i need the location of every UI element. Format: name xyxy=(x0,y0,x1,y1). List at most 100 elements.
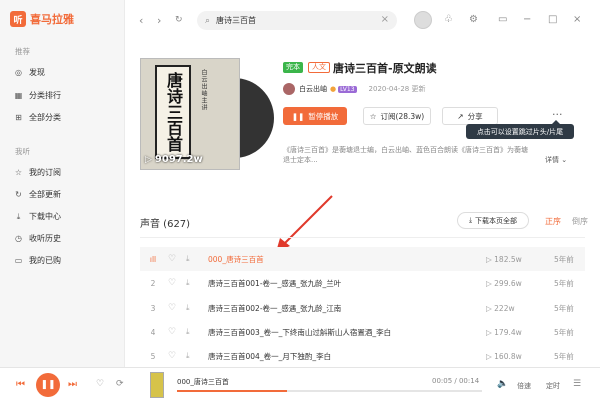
star-icon: ☆ xyxy=(369,111,377,121)
table-row[interactable]: 2 ♡ ⤓ 唐诗三百首001-卷一_感遇_张九龄_兰叶 ▷ 299.6w 5年前 xyxy=(140,271,585,295)
minimize-icon[interactable]: ▭ xyxy=(498,14,507,25)
track-age: 5年前 xyxy=(554,303,574,313)
author-avatar[interactable] xyxy=(283,83,295,95)
player-thumbnail[interactable] xyxy=(150,372,164,398)
book-cover[interactable]: 唐诗三百首 白云出岫主讲 ▷ 9097.2w xyxy=(140,58,274,170)
next-icon[interactable]: ⏭ xyxy=(68,379,77,390)
previous-icon[interactable]: ⏮ xyxy=(16,379,25,390)
cart-icon: ▭ xyxy=(14,256,23,265)
refresh-icon[interactable]: ↻ xyxy=(175,15,183,25)
cover-title: 唐诗三百首 xyxy=(155,65,191,159)
table-row[interactable]: 3 ♡ ⤓ 唐诗三百首002-卷一_感遇_张九龄_江南 ▷ 222w 5年前 xyxy=(140,296,585,320)
sidebar-item-label: 我的已购 xyxy=(29,256,61,265)
search-input[interactable] xyxy=(216,16,367,25)
logo-badge: 听 xyxy=(10,11,26,27)
volume-icon[interactable]: 🔈 xyxy=(497,379,508,389)
subscribe-button[interactable]: ☆ 订阅(28.3w) xyxy=(363,107,431,125)
tag-category[interactable]: 人文 xyxy=(308,62,330,73)
mini-mode-icon[interactable]: − xyxy=(523,14,531,25)
download-icon: ⤓ xyxy=(16,212,21,221)
sidebar-item-purchased[interactable]: ▭ 我的已购 xyxy=(14,255,61,266)
download-icon[interactable]: ⤓ xyxy=(186,351,196,361)
refresh-icon: ↻ xyxy=(15,190,22,199)
back-icon[interactable]: ‹ xyxy=(139,14,143,27)
sidebar-item-history[interactable]: ◷ 收听历史 xyxy=(14,233,61,244)
track-number: 5 xyxy=(150,351,156,361)
timer-button[interactable]: 定时 xyxy=(546,381,560,391)
track-plays: ▷ 182.5w xyxy=(486,255,536,264)
app-name: 喜马拉雅 xyxy=(30,13,74,26)
track-number: 2 xyxy=(150,278,156,288)
sidebar-item-discover[interactable]: ◎ 发现 xyxy=(14,67,45,78)
playlist-icon[interactable]: ☰ xyxy=(573,379,581,389)
track-plays-value: 222w xyxy=(494,303,515,313)
sort-asc[interactable]: 正序 xyxy=(545,216,561,227)
table-row[interactable]: 4 ♡ ⤓ 唐诗三百首003_卷一_下终南山过斛斯山人宿置酒_李白 ▷ 179.… xyxy=(140,320,585,344)
track-plays-value: 160.8w xyxy=(494,351,522,361)
heart-icon[interactable]: ♡ xyxy=(168,303,178,313)
heart-icon[interactable]: ♡ xyxy=(168,254,178,264)
subscribe-icon: ☆ xyxy=(14,168,23,177)
play-icon: ▷ xyxy=(486,254,495,264)
sort-desc[interactable]: 倒序 xyxy=(572,216,588,227)
pause-play-button[interactable]: ❚❚ 暂停播放 xyxy=(283,107,347,125)
track-name[interactable]: 000_唐诗三百首 xyxy=(208,254,458,265)
speed-button[interactable]: 倍速 xyxy=(517,381,531,391)
sidebar-item-label: 全部更新 xyxy=(29,190,61,199)
detail-link[interactable]: 详情 ⌄ xyxy=(545,155,567,165)
window-close-icon[interactable]: × xyxy=(573,14,581,25)
track-plays-value: 179.4w xyxy=(494,327,522,337)
track-age: 5年前 xyxy=(554,351,574,361)
loop-icon[interactable]: ⟳ xyxy=(116,379,124,389)
download-icon[interactable]: ⤓ xyxy=(186,278,196,288)
download-icon: ⤓ xyxy=(468,216,473,224)
shirt-icon[interactable]: ♧ xyxy=(444,14,453,25)
grid-icon: ⊞ xyxy=(15,113,22,122)
download-icon[interactable]: ⤓ xyxy=(186,254,196,264)
close-icon[interactable]: × xyxy=(381,14,389,25)
download-all-button[interactable]: ⤓ 下载本页全部 xyxy=(457,212,529,229)
player-title: 000_唐诗三百首 xyxy=(177,378,229,386)
pause-button[interactable]: ❚❚ xyxy=(36,373,60,397)
progress-fill xyxy=(177,390,287,392)
track-age: 5年前 xyxy=(554,254,574,264)
heart-icon[interactable]: ♡ xyxy=(168,278,178,288)
heart-icon[interactable]: ♡ xyxy=(96,379,104,389)
avatar[interactable] xyxy=(414,11,432,29)
track-age: 5年前 xyxy=(554,327,574,337)
download-all-label: 下载本页全部 xyxy=(475,216,518,225)
sidebar-item-updates[interactable]: ↻ 全部更新 xyxy=(14,189,61,200)
track-name[interactable]: 唐诗三百首001-卷一_感遇_张九龄_兰叶 xyxy=(208,278,458,289)
heart-icon[interactable]: ♡ xyxy=(168,327,178,337)
track-name[interactable]: 唐诗三百首002-卷一_感遇_张九龄_江南 xyxy=(208,303,458,314)
verified-icon: ● xyxy=(330,85,337,93)
forward-icon[interactable]: › xyxy=(157,14,161,27)
download-icon[interactable]: ⤓ xyxy=(186,327,196,337)
sidebar-item-ranking[interactable]: ▦ 分类排行 xyxy=(14,90,61,101)
book-description: 《唐诗三百首》是蘅塘退士编，白云出岫、蓝色百合朗读《唐诗三百首》为蘅塘退士定本.… xyxy=(283,146,528,164)
sidebar-item-subscriptions[interactable]: ☆ 我的订阅 xyxy=(14,167,61,178)
share-icon: ↗ xyxy=(457,111,464,121)
table-row[interactable]: ıll ♡ ⤓ 000_唐诗三百首 ▷ 182.5w 5年前 xyxy=(140,247,585,271)
author-name[interactable]: 白云出岫 xyxy=(299,84,327,94)
track-name[interactable]: 唐诗三百首004_卷一_月下独酌_李白 xyxy=(208,351,458,362)
play-icon: ▷ xyxy=(486,351,495,361)
search-box[interactable]: ⌕ × xyxy=(197,11,397,30)
track-name[interactable]: 唐诗三百首003_卷一_下终南山过斛斯山人宿置酒_李白 xyxy=(208,327,458,338)
maximize-icon[interactable]: □ xyxy=(548,14,557,25)
sidebar-item-categories[interactable]: ⊞ 全部分类 xyxy=(14,112,61,123)
progress-bar[interactable] xyxy=(177,390,482,392)
detail-label: 详情 xyxy=(545,156,559,164)
gear-icon[interactable]: ⚙ xyxy=(469,14,478,25)
download-icon[interactable]: ⤓ xyxy=(186,303,196,313)
table-row[interactable]: 5 ♡ ⤓ 唐诗三百首004_卷一_月下独酌_李白 ▷ 160.8w 5年前 xyxy=(140,344,585,368)
sidebar-item-label: 分类排行 xyxy=(29,91,61,100)
heart-icon[interactable]: ♡ xyxy=(168,351,178,361)
track-age: 5年前 xyxy=(554,278,574,288)
sidebar-item-downloads[interactable]: ⤓ 下载中心 xyxy=(14,211,61,222)
track-plays-value: 182.5w xyxy=(494,254,522,264)
play-icon: ▷ xyxy=(486,278,495,288)
topbar: ‹ › ↻ ⌕ × ♧ ⚙ ▭ − □ × xyxy=(125,0,600,40)
share-button[interactable]: ↗ 分享 xyxy=(442,107,498,125)
app-logo[interactable]: 听 喜马拉雅 xyxy=(10,11,74,27)
